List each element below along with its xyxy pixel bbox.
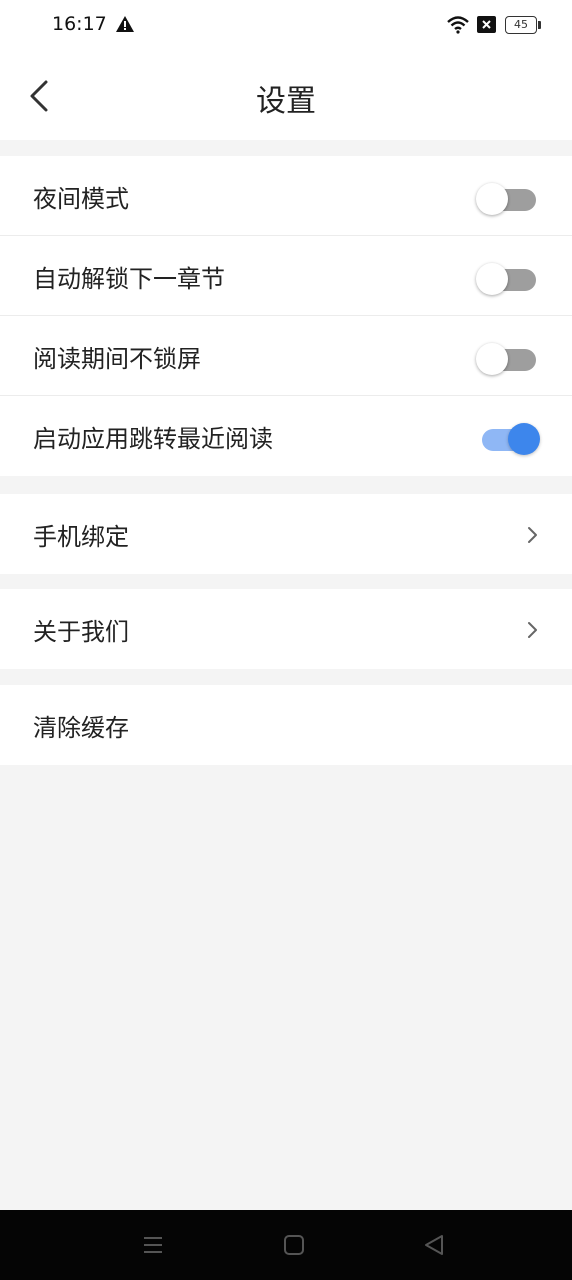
setting-row-auto-unlock: 自动解锁下一章节 [0,236,572,316]
clear-cache-group: 清除缓存 [0,685,572,765]
setting-label: 自动解锁下一章节 [33,265,225,293]
sim-off-icon [477,16,496,33]
setting-label: 关于我们 [33,618,129,646]
phone-binding-group: 手机绑定 [0,494,572,574]
setting-label: 启动应用跳转最近阅读 [33,425,273,453]
setting-label: 手机绑定 [33,523,129,551]
phone-binding-item[interactable]: 手机绑定 [0,494,572,574]
night-mode-toggle[interactable] [476,182,542,216]
battery-level: 45 [505,16,537,34]
setting-label: 夜间模式 [33,185,129,213]
chevron-right-icon [528,622,537,638]
setting-label: 清除缓存 [33,714,129,742]
resume-reading-toggle[interactable] [476,422,542,456]
home-icon[interactable] [283,1234,305,1256]
system-nav-bar [0,1210,572,1280]
clear-cache-item[interactable]: 清除缓存 [0,685,572,765]
status-bar: 16:17 45 [0,0,572,52]
about-us-item[interactable]: 关于我们 [0,589,572,669]
setting-row-keep-screen-on: 阅读期间不锁屏 [0,316,572,396]
keep-screen-on-toggle[interactable] [476,342,542,376]
chevron-right-icon [528,527,537,543]
auto-unlock-toggle[interactable] [476,262,542,296]
setting-row-resume-reading: 启动应用跳转最近阅读 [0,396,572,476]
warning-icon [116,16,134,32]
wifi-icon [447,16,469,34]
toggle-settings-group: 夜间模式 自动解锁下一章节 阅读期间不锁屏 启动应用跳转最近阅读 [0,156,572,476]
menu-icon[interactable] [142,1234,164,1256]
battery-icon: 45 [505,16,541,34]
about-us-group: 关于我们 [0,589,572,669]
setting-label: 阅读期间不锁屏 [33,345,201,373]
back-triangle-icon[interactable] [423,1233,445,1257]
setting-row-night-mode: 夜间模式 [0,156,572,236]
header: 设置 [0,52,572,140]
page-title: 设置 [256,84,316,119]
status-time: 16:17 [52,13,107,35]
